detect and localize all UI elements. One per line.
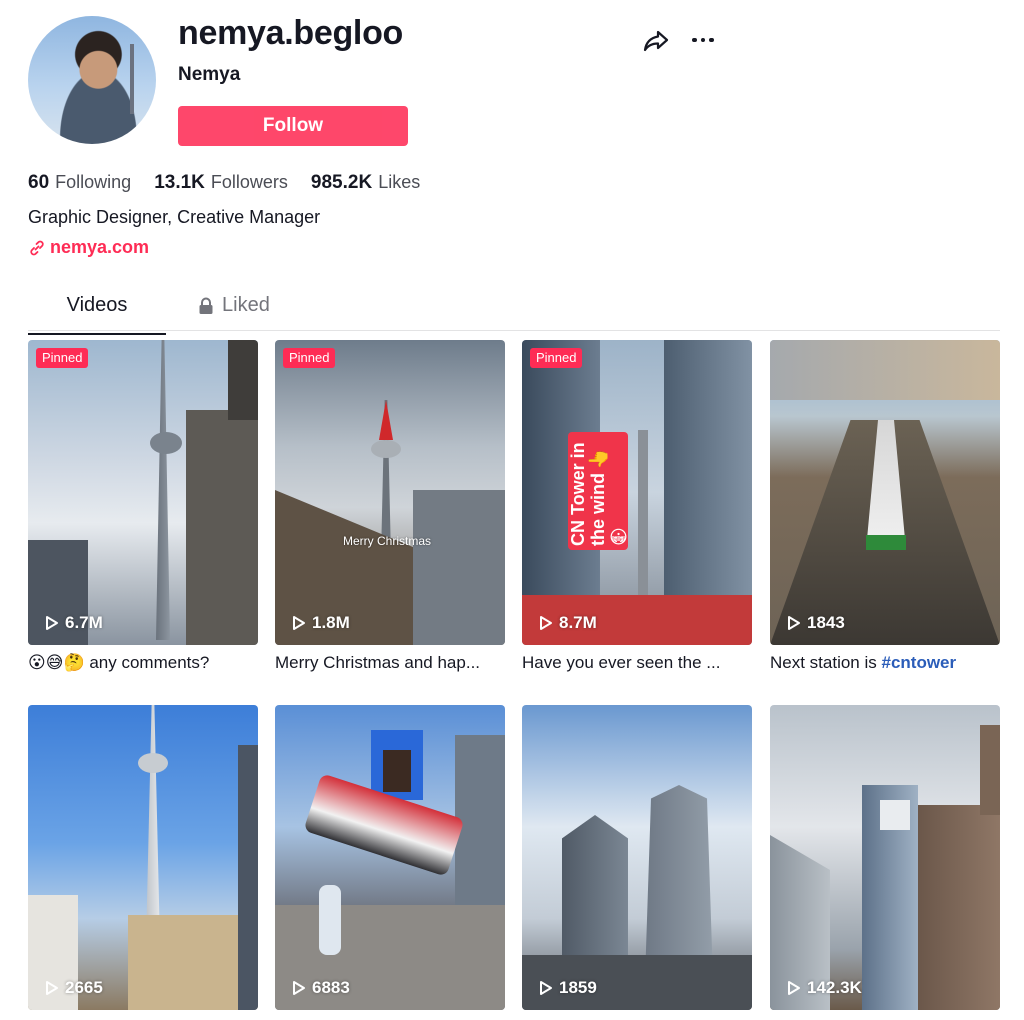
view-count: 6.7M <box>45 613 103 633</box>
pinned-badge: Pinned <box>36 348 89 368</box>
video-caption[interactable]: 😮😅🤔 any comments? <box>28 653 258 673</box>
play-icon <box>788 616 800 630</box>
view-count: 2665 <box>45 978 103 998</box>
video-thumbnail[interactable]: CN Tower in the wind 👉😳 Pinned 8.7M <box>522 340 752 645</box>
stat-followers[interactable]: 13.1K Followers <box>154 172 288 194</box>
pinned-badge: Pinned <box>283 348 336 368</box>
view-count-text: 1843 <box>807 613 845 632</box>
pinned-badge: Pinned <box>530 348 583 368</box>
video-card[interactable]: Merry Christmas Pinned 1.8M Merry Christ… <box>275 340 505 673</box>
play-icon <box>540 981 552 995</box>
play-icon <box>46 981 58 995</box>
stat-value: 985.2K <box>310 172 373 193</box>
stat-value: 60 <box>28 172 50 193</box>
video-caption-text: Next station is <box>770 653 882 672</box>
stat-following[interactable]: 60 Following <box>28 172 131 194</box>
avatar-background-tower <box>130 44 134 114</box>
video-thumbnail[interactable]: 1859 <box>522 705 752 1010</box>
video-overlay-text: Merry Christmas <box>343 534 432 548</box>
view-count: 8.7M <box>539 613 597 633</box>
stat-label: Likes <box>378 172 421 192</box>
profile-bio: Graphic Designer, Creative Manager <box>28 207 321 227</box>
play-icon <box>46 616 58 630</box>
play-icon <box>293 981 305 995</box>
video-caption[interactable]: Merry Christmas and hap... <box>275 653 505 673</box>
video-caption[interactable]: Next station is #cntower <box>770 653 1000 673</box>
view-count-text: 6883 <box>312 978 350 997</box>
tab-videos[interactable]: Videos <box>28 294 166 335</box>
more-options-icon[interactable] <box>688 28 718 52</box>
profile-avatar[interactable] <box>28 16 156 144</box>
play-icon <box>540 616 552 630</box>
follow-button[interactable]: Follow <box>178 106 408 146</box>
tab-liked-label: Liked <box>222 294 270 316</box>
view-count: 142.3K <box>787 978 862 998</box>
video-card[interactable]: CN Tower in the wind 👉😳 Pinned 8.7M Have… <box>522 340 752 673</box>
view-count-text: 142.3K <box>807 978 862 997</box>
profile-nickname: Nemya <box>178 64 241 85</box>
view-count: 6883 <box>292 978 350 998</box>
profile-stats: 60 Following 13.1K Followers 985.2K Like… <box>28 172 420 194</box>
play-icon <box>788 981 800 995</box>
video-card[interactable]: 142.3K <box>770 705 1000 1010</box>
profile-link[interactable]: nemya.com <box>28 237 149 258</box>
video-card[interactable]: Pinned 6.7M 😮😅🤔 any comments? <box>28 340 258 673</box>
view-count: 1859 <box>539 978 597 998</box>
stat-value: 13.1K <box>154 172 205 193</box>
video-sticker-text: CN Tower in the wind 👉😳 <box>568 432 628 550</box>
view-count-text: 6.7M <box>65 613 103 632</box>
video-card[interactable]: 1859 <box>522 705 752 1010</box>
view-count: 1.8M <box>292 613 350 633</box>
view-count-text: 8.7M <box>559 613 597 632</box>
stat-likes: 985.2K Likes <box>311 172 420 194</box>
video-card[interactable]: 6883 <box>275 705 505 1010</box>
video-card[interactable]: 2665 <box>28 705 258 1010</box>
play-icon <box>293 616 305 630</box>
stat-label: Followers <box>210 172 288 192</box>
profile-username: nemya.begloo <box>178 14 404 52</box>
view-count: 1843 <box>787 613 845 633</box>
video-thumbnail[interactable]: 6883 <box>275 705 505 1010</box>
video-caption[interactable]: Have you ever seen the ... <box>522 653 752 673</box>
tab-liked[interactable]: Liked <box>198 294 270 330</box>
profile-tabs: Videos Liked <box>28 290 1000 335</box>
view-count-text: 1.8M <box>312 613 350 632</box>
video-thumbnail[interactable]: Pinned 6.7M <box>28 340 258 645</box>
video-thumbnail[interactable]: Merry Christmas Pinned 1.8M <box>275 340 505 645</box>
lock-icon <box>199 297 213 314</box>
video-thumbnail[interactable]: 1843 <box>770 340 1000 645</box>
stat-label: Following <box>55 172 132 192</box>
profile-link-text: nemya.com <box>50 237 150 257</box>
video-card[interactable]: 1843 Next station is #cntower <box>770 340 1000 673</box>
video-thumbnail[interactable]: 2665 <box>28 705 258 1010</box>
share-icon[interactable] <box>642 28 670 54</box>
video-thumbnail[interactable]: 142.3K <box>770 705 1000 1010</box>
hashtag-link[interactable]: #cntower <box>882 653 957 672</box>
view-count-text: 1859 <box>559 978 597 997</box>
link-icon <box>30 240 44 255</box>
view-count-text: 2665 <box>65 978 103 997</box>
